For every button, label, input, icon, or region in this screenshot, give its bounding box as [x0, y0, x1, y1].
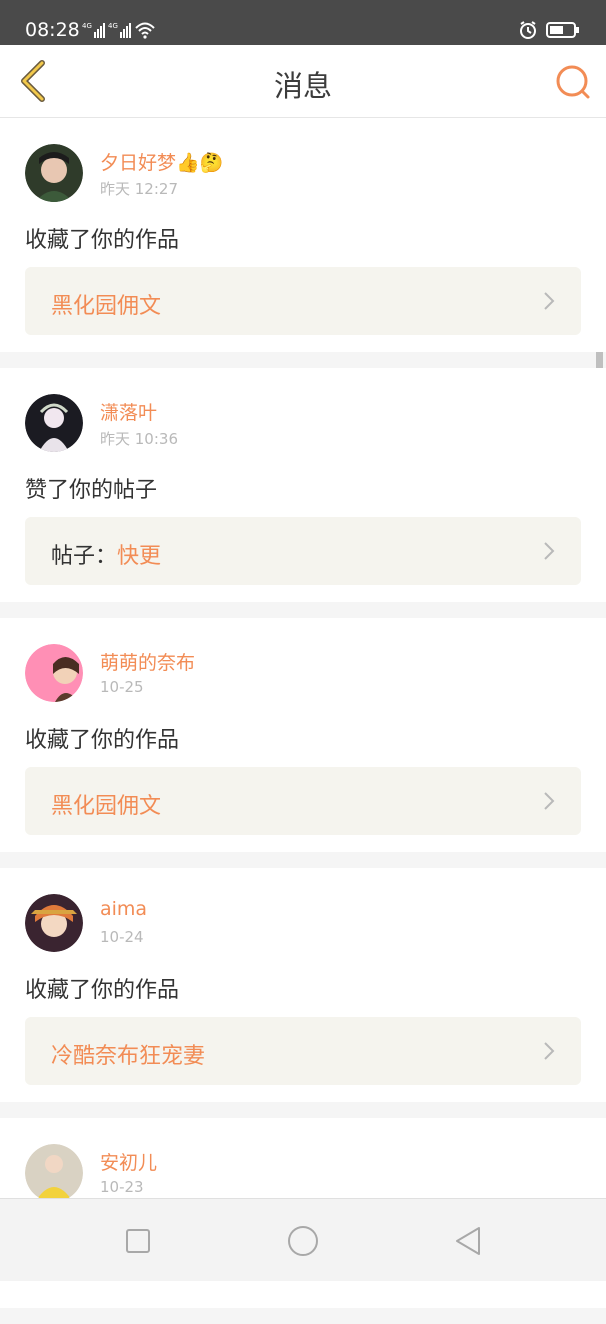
signal-4g-icon: 4G — [82, 22, 105, 38]
ref-title: 快更 — [117, 544, 162, 569]
username[interactable]: 夕日好梦👍🤔 — [100, 148, 223, 175]
action-text: 收藏了你的作品 — [25, 228, 180, 253]
username[interactable]: 萌萌的奈布 — [100, 648, 195, 675]
timestamp: 10-24 — [100, 928, 144, 946]
network-label-1: 4G — [82, 22, 92, 30]
avatar-user-5-icon — [25, 1144, 83, 1202]
timestamp: 昨天 10:36 — [100, 430, 178, 448]
ref-title: 黑化园佣文 — [51, 794, 162, 819]
username[interactable]: 潇落叶 — [100, 398, 157, 425]
chevron-right-icon — [544, 792, 555, 810]
message-card[interactable]: 萌萌的奈布 10-25 收藏了你的作品 黑化园佣文 — [0, 618, 606, 852]
post-link[interactable]: 帖子：快更 — [25, 517, 581, 585]
search-icon — [556, 65, 590, 99]
work-link[interactable]: 冷酷奈布狂宠妻 — [25, 1017, 581, 1085]
ref-content: 黑化园佣文 — [51, 288, 161, 320]
home-button[interactable] — [285, 1223, 321, 1259]
timestamp: 10-25 — [100, 678, 144, 696]
username[interactable]: aima — [100, 898, 147, 920]
status-right-icons — [518, 20, 580, 40]
search-button[interactable] — [548, 59, 596, 107]
alarm-icon — [520, 21, 536, 39]
status-bar: 08:28 4G 4G — [0, 0, 606, 45]
status-time: 08:28 — [25, 19, 80, 41]
ref-content: 冷酷奈布狂宠妻 — [51, 1038, 205, 1070]
avatar-user-4-icon — [25, 894, 83, 952]
avatar[interactable] — [25, 144, 83, 202]
signal-4g-icon: 4G — [108, 22, 131, 38]
timestamp: 10-23 — [100, 1178, 144, 1196]
avatar-user-1-icon — [25, 144, 83, 202]
chevron-right-icon — [544, 292, 555, 310]
avatar-user-3-icon — [25, 644, 83, 702]
username[interactable]: 安初儿 — [100, 1148, 157, 1175]
ref-label: 帖子： — [51, 544, 118, 569]
work-link[interactable]: 黑化园佣文 — [25, 767, 581, 835]
work-link[interactable]: 黑化园佣文 — [25, 267, 581, 335]
system-navigation-bar — [0, 1198, 606, 1281]
action-text: 收藏了你的作品 — [25, 978, 180, 1003]
avatar[interactable] — [25, 394, 83, 452]
network-label-2: 4G — [108, 22, 118, 30]
chevron-right-icon — [544, 1042, 555, 1060]
back-nav-button[interactable] — [450, 1223, 486, 1259]
timestamp: 昨天 12:27 — [100, 180, 178, 198]
app-header: 消息 — [0, 45, 606, 118]
message-card[interactable]: 夕日好梦👍🤔 昨天 12:27 收藏了你的作品 黑化园佣文 — [0, 118, 606, 352]
avatar-user-2-icon — [25, 394, 83, 452]
recent-apps-button[interactable] — [120, 1223, 156, 1259]
battery-icon — [546, 22, 579, 38]
signal-strength-icons: 4G 4G — [82, 20, 156, 40]
wifi-icon — [135, 22, 155, 39]
action-text: 赞了你的帖子 — [25, 478, 158, 503]
ref-content: 帖子：快更 — [51, 538, 161, 570]
chevron-right-icon — [544, 542, 555, 560]
avatar[interactable] — [25, 644, 83, 702]
message-card[interactable]: aima 10-24 收藏了你的作品 冷酷奈布狂宠妻 — [0, 868, 606, 1102]
ref-title: 冷酷奈布狂宠妻 — [51, 1044, 206, 1069]
page-title: 消息 — [273, 69, 332, 103]
action-text: 收藏了你的作品 — [25, 728, 180, 753]
ref-content: 黑化园佣文 — [51, 788, 161, 820]
avatar[interactable] — [25, 894, 83, 952]
message-feed: 夕日好梦👍🤔 昨天 12:27 收藏了你的作品 黑化园佣文 潇落叶 昨天 10:… — [0, 118, 606, 1324]
avatar[interactable] — [25, 1144, 83, 1202]
message-card[interactable]: 潇落叶 昨天 10:36 赞了你的帖子 帖子：快更 — [0, 368, 606, 602]
ref-title: 黑化园佣文 — [51, 294, 162, 319]
